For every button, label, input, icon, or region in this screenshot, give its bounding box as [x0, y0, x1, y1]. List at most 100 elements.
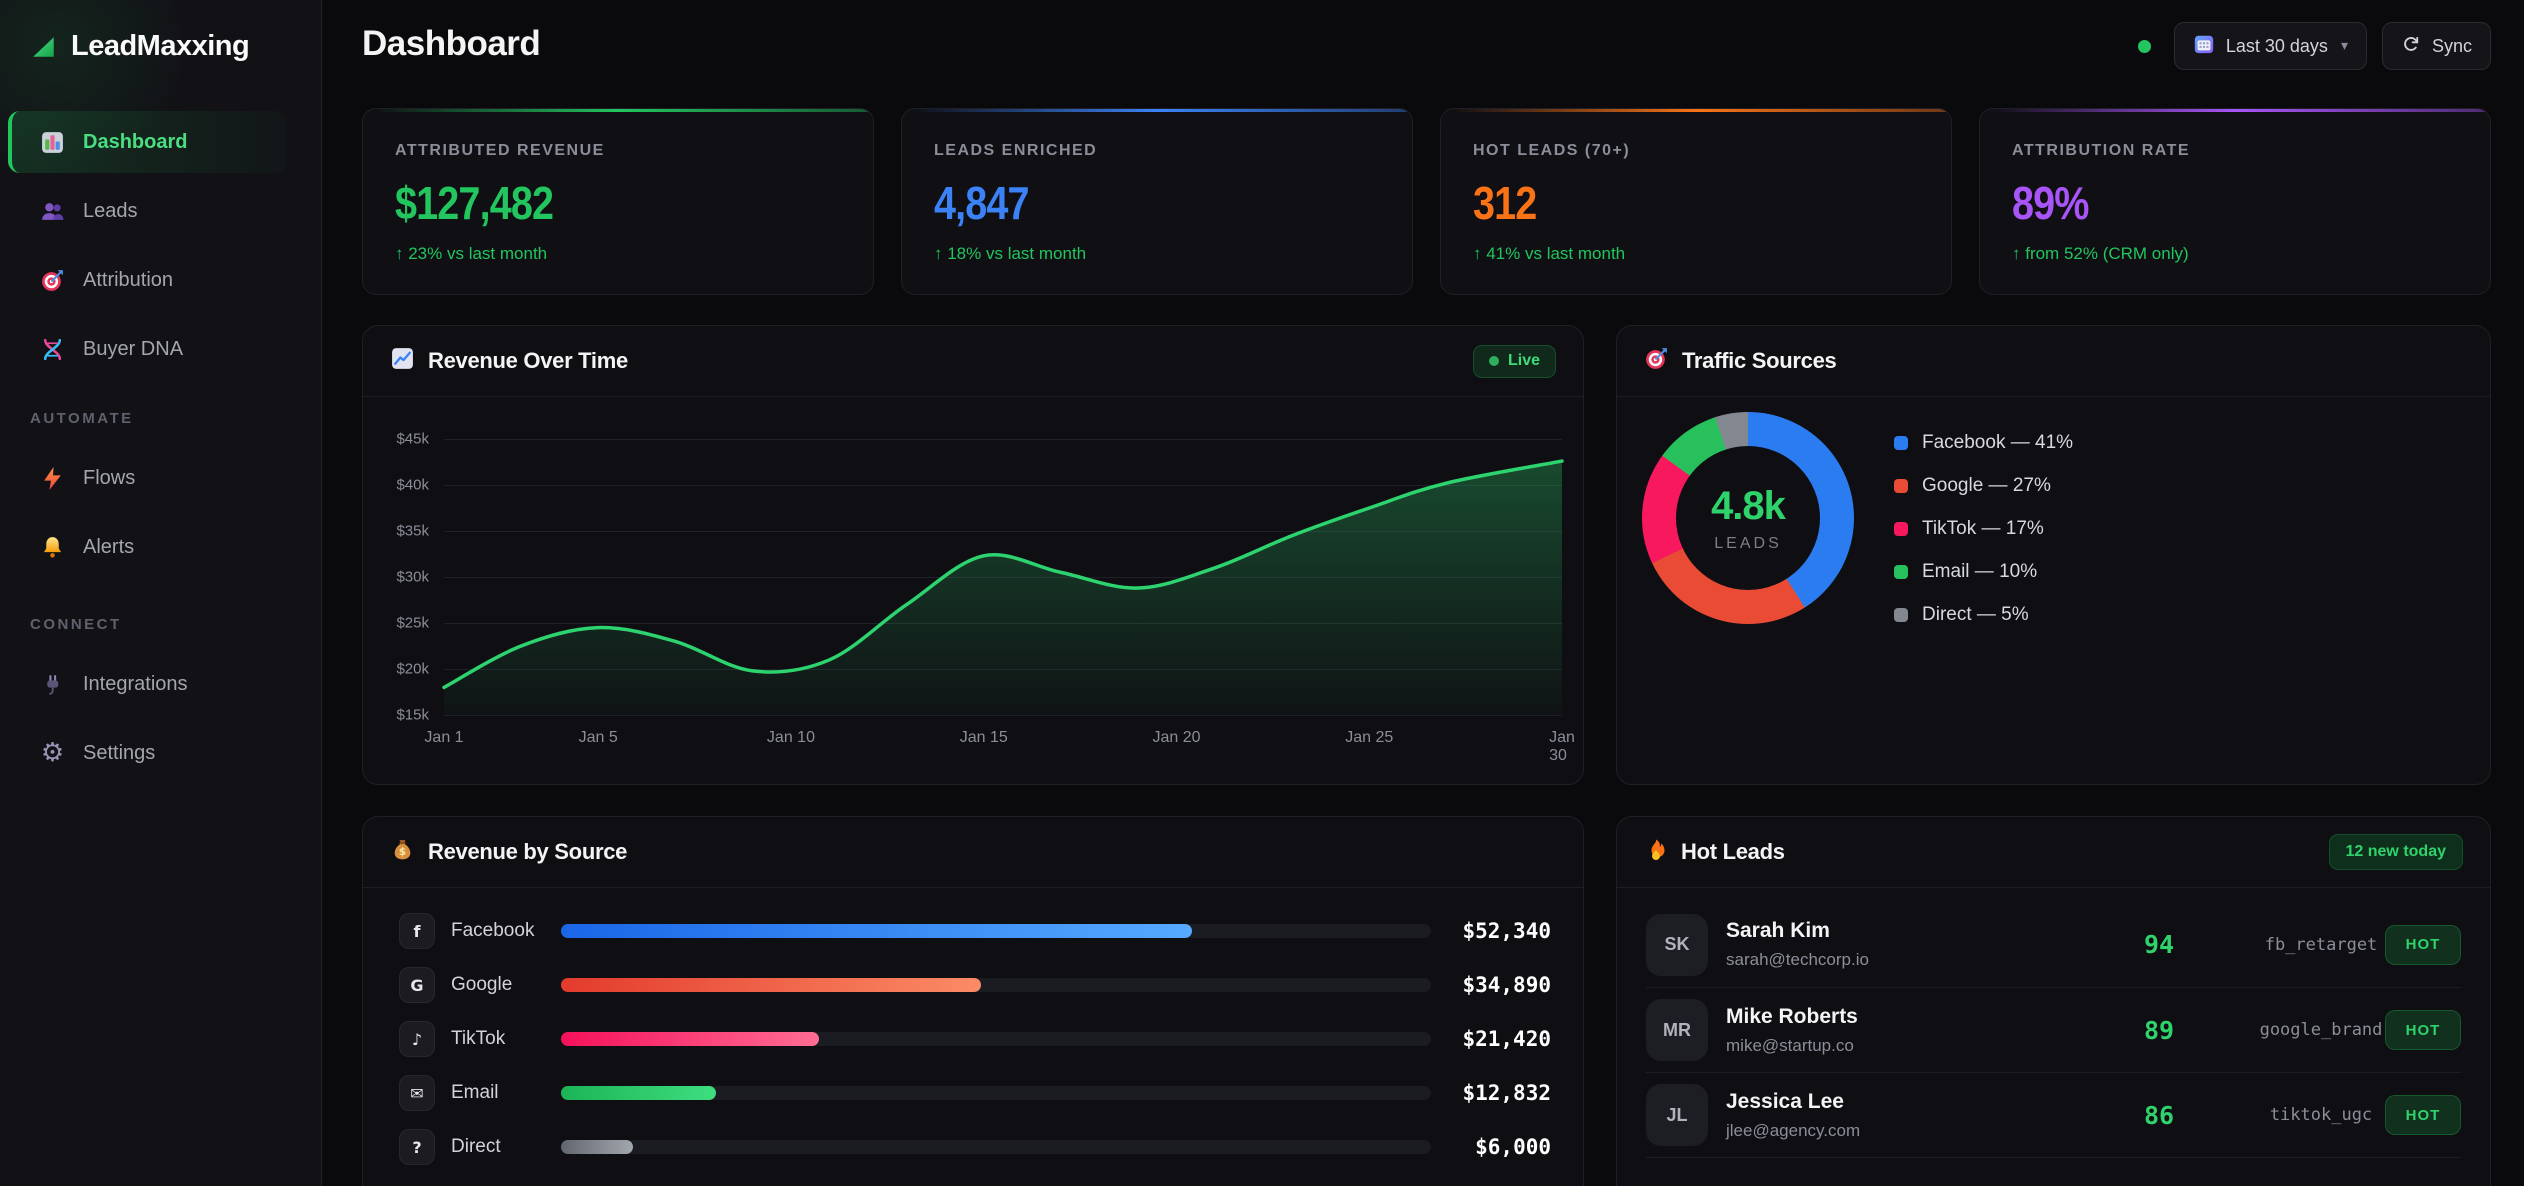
- legend-item: Facebook — 41%: [1894, 431, 2073, 455]
- panel-header: Revenue Over Time Live: [363, 326, 1583, 397]
- legend-swatch: [1894, 608, 1908, 622]
- y-axis-tick-label: $35k: [363, 523, 429, 540]
- bar-track: [561, 1140, 1431, 1154]
- bar-track: [561, 1032, 1431, 1046]
- sidebar-item-leads[interactable]: Leads: [8, 180, 287, 242]
- lead-row-sarah-kim[interactable]: SK Sarah Kim sarah@techcorp.io 94 fb_ret…: [1646, 902, 2461, 987]
- traffic-legend: Facebook — 41%Google — 27%TikTok — 17%Em…: [1894, 431, 2073, 646]
- live-badge: Live: [1473, 345, 1556, 378]
- lead-score: 94: [2144, 930, 2174, 959]
- legend-swatch: [1894, 479, 1908, 493]
- kpi-value: 312: [1473, 176, 1536, 230]
- lead-email: sarah@techcorp.io: [1726, 950, 1869, 970]
- sidebar-item-buyer-dna[interactable]: Buyer DNA: [8, 318, 287, 380]
- panel-title: Hot Leads: [1681, 839, 1785, 865]
- sync-icon: [2401, 34, 2421, 59]
- kpi-value: 89%: [2012, 176, 2089, 230]
- money-bag-icon: $: [390, 837, 415, 867]
- traffic-donut-chart: 4.8k LEADS: [1642, 412, 1854, 624]
- kpi-card-hot-leads: HOT LEADS (70+) 312 ↑ 41% vs last month: [1440, 108, 1952, 295]
- revenue-line-svg: [444, 439, 1562, 715]
- revenue-source-row-facebook: f Facebook $52,340: [363, 904, 1583, 958]
- date-range-label: Last 30 days: [2226, 36, 2328, 57]
- kpi-delta: ↑ from 52% (CRM only): [2012, 244, 2490, 264]
- sidebar-item-label: Dashboard: [83, 131, 187, 154]
- kpi-label: ATTRIBUTION RATE: [2012, 142, 2490, 160]
- lead-email: mike@startup.co: [1726, 1036, 1858, 1056]
- revenue-over-time-panel: Revenue Over Time Live $45k$40k$35k$30k$…: [362, 325, 1584, 785]
- lead-name: Jessica Lee: [1726, 1090, 1860, 1114]
- lead-row-mike-roberts[interactable]: MR Mike Roberts mike@startup.co 89 googl…: [1646, 987, 2461, 1072]
- panel-header: $ Revenue by Source: [363, 817, 1583, 888]
- sidebar-item-label: Buyer DNA: [83, 338, 183, 361]
- bar-fill: [561, 1086, 716, 1100]
- date-range-button[interactable]: Last 30 days ▾: [2174, 22, 2367, 70]
- source-label: Email: [451, 1082, 561, 1104]
- sidebar-item-label: Attribution: [83, 269, 173, 292]
- bar-fill: [561, 1032, 819, 1046]
- sidebar-item-label: Settings: [83, 742, 155, 765]
- calendar-icon: [2193, 33, 2215, 60]
- music-note-icon: ♪: [399, 1021, 435, 1057]
- x-axis-tick-label: Jan 5: [579, 729, 618, 747]
- kpi-accent-stripe: [363, 109, 873, 112]
- target-icon: [39, 267, 66, 294]
- lead-name: Mike Roberts: [1726, 1005, 1858, 1029]
- source-label: TikTok: [451, 1028, 561, 1050]
- legend-item: Direct — 5%: [1894, 603, 2073, 627]
- kpi-label: HOT LEADS (70+): [1473, 142, 1951, 160]
- bar-fill: [561, 978, 981, 992]
- nav-section-connect: CONNECT: [30, 616, 321, 633]
- source-label: Direct: [451, 1136, 561, 1158]
- page-title: Dashboard: [362, 24, 540, 64]
- lead-score: 89: [2144, 1016, 2174, 1045]
- sidebar-item-integrations[interactable]: Integrations: [8, 653, 287, 715]
- sidebar-item-attribution[interactable]: Attribution: [8, 249, 287, 311]
- legend-label: Email — 10%: [1922, 561, 2037, 583]
- bell-icon: [39, 534, 66, 561]
- hot-badge: HOT: [2385, 925, 2461, 965]
- hot-badge: HOT: [2385, 1095, 2461, 1135]
- legend-item: Google — 27%: [1894, 474, 2073, 498]
- source-value: $6,000: [1475, 1135, 1551, 1159]
- envelope-icon: ✉: [399, 1075, 435, 1111]
- kpi-label: LEADS ENRICHED: [934, 142, 1412, 160]
- plug-icon: [39, 671, 66, 698]
- revenue-by-source-panel: $ Revenue by Source f Facebook $52,340 G…: [362, 816, 1584, 1186]
- svg-text:$: $: [399, 846, 406, 858]
- question-mark-icon: ?: [399, 1129, 435, 1165]
- panel-title: Revenue Over Time: [428, 348, 628, 374]
- kpi-accent-stripe: [902, 109, 1412, 112]
- source-label: Facebook: [451, 920, 561, 942]
- kpi-card-attribution-rate: ATTRIBUTION RATE 89% ↑ from 52% (CRM onl…: [1979, 108, 2491, 295]
- avatar: SK: [1646, 914, 1708, 976]
- nav-section-automate: AUTOMATE: [30, 410, 321, 427]
- sidebar-item-label: Flows: [83, 467, 135, 490]
- revenue-source-row-google: G Google $34,890: [363, 958, 1583, 1012]
- source-value: $34,890: [1462, 973, 1551, 997]
- lead-row-partial[interactable]: [1646, 1157, 2461, 1186]
- sidebar-item-settings[interactable]: ⚙ Settings: [8, 722, 287, 784]
- kpi-accent-stripe: [1441, 109, 1951, 112]
- x-axis-tick-label: Jan 1: [424, 729, 463, 747]
- sidebar-item-flows[interactable]: Flows: [8, 447, 287, 509]
- sidebar-item-label: Alerts: [83, 536, 134, 559]
- x-axis-tick-label: Jan 20: [1152, 729, 1200, 747]
- new-today-badge: 12 new today: [2329, 834, 2463, 870]
- facebook-icon: f: [399, 913, 435, 949]
- legend-swatch: [1894, 522, 1908, 536]
- sidebar-item-dashboard[interactable]: Dashboard: [8, 111, 287, 173]
- online-status-dot: [2138, 40, 2151, 53]
- source-label: Google: [451, 974, 561, 996]
- lead-row-jessica-lee[interactable]: JL Jessica Lee jlee@agency.com 86 tiktok…: [1646, 1072, 2461, 1157]
- sync-button[interactable]: Sync: [2382, 22, 2491, 70]
- lead-name: Sarah Kim: [1726, 919, 1869, 943]
- sidebar-item-alerts[interactable]: Alerts: [8, 516, 287, 578]
- revenue-source-row-direct: ? Direct $6,000: [363, 1120, 1583, 1174]
- sync-label: Sync: [2432, 36, 2472, 57]
- revenue-source-row-email: ✉ Email $12,832: [363, 1066, 1583, 1120]
- sidebar-nav: Dashboard Leads Attribution Buyer DNA AU…: [0, 111, 321, 784]
- legend-label: Facebook — 41%: [1922, 432, 2073, 454]
- y-axis-tick-label: $40k: [363, 477, 429, 494]
- dna-icon: [39, 336, 66, 363]
